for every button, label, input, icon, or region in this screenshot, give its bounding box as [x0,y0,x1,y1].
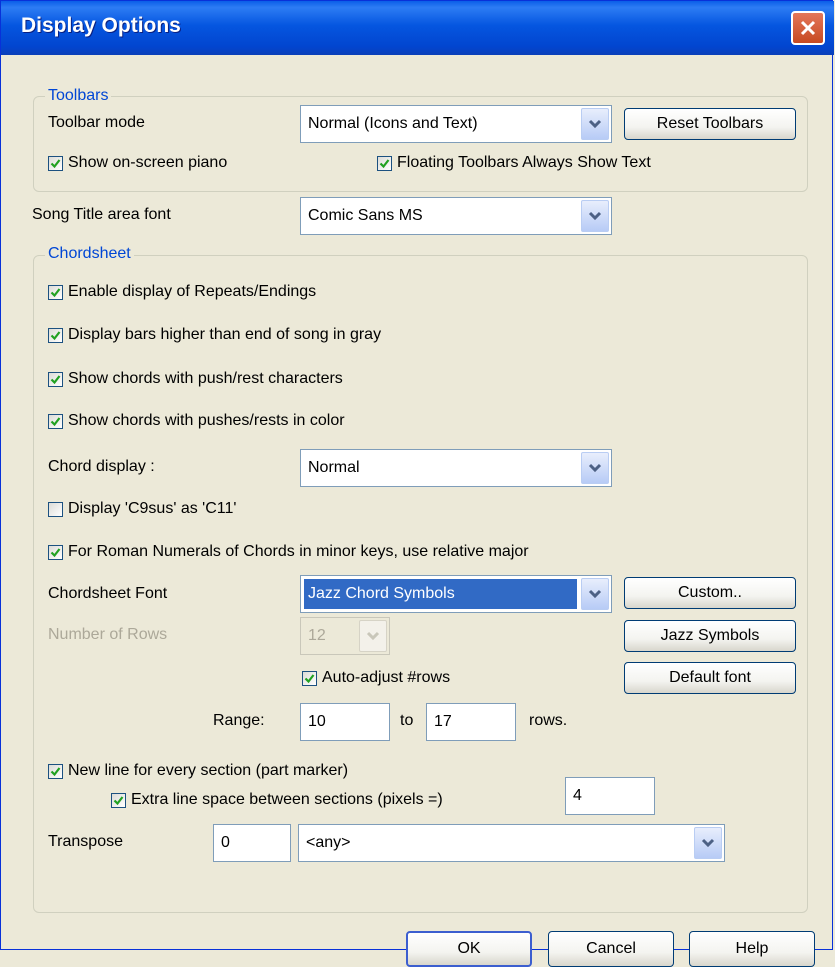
checkbox-box[interactable] [48,544,63,560]
chevron-down-icon[interactable] [359,620,387,652]
window-title: Display Options [21,14,181,37]
transpose-label: Transpose [48,833,123,850]
song-title-font-value: Comic Sans MS [308,207,423,224]
close-icon [800,20,816,36]
ok-button[interactable]: OK [406,931,532,967]
song-title-font-label: Song Title area font [32,206,171,223]
toolbars-legend: Toolbars [45,87,112,105]
c9sus-checkbox[interactable]: Display 'C9sus' as 'C11' [48,500,236,518]
chevron-down-icon[interactable] [581,108,609,140]
auto-adjust-checkbox[interactable]: Auto-adjust #rows [302,669,450,687]
check-icon [50,158,61,168]
checkbox-box[interactable] [377,155,392,171]
range-to-label: to [400,712,414,729]
toolbar-mode-value: Normal (Icons and Text) [308,115,478,132]
number-of-rows-select[interactable]: 12 [300,617,390,655]
help-button[interactable]: Help [689,931,815,967]
range-to-value: 17 [434,713,452,730]
chevron-down-icon[interactable] [694,827,722,859]
transpose-key-value: <any> [306,834,351,851]
title-bar[interactable]: Display Options [1,1,834,55]
rows-suffix-label: rows. [529,712,568,729]
show-piano-checkbox[interactable]: Show on-screen piano [48,154,227,172]
toolbar-mode-label: Toolbar mode [48,114,145,131]
push-rest-color-label: Show chords with pushes/rests in color [68,412,345,429]
check-icon [379,158,390,168]
check-icon [50,547,61,557]
custom-button[interactable]: Custom.. [624,577,796,609]
chevron-down-icon[interactable] [581,452,609,484]
extra-space-value: 4 [573,787,582,804]
jazz-symbols-button[interactable]: Jazz Symbols [624,620,796,652]
check-icon [113,795,124,805]
toolbar-mode-select[interactable]: Normal (Icons and Text) [300,105,612,143]
checkbox-box[interactable] [48,763,63,779]
transpose-key-select[interactable]: <any> [298,824,725,862]
range-label: Range: [213,712,265,729]
c9sus-label: Display 'C9sus' as 'C11' [68,500,237,517]
checkbox-box[interactable] [48,501,63,517]
default-font-button[interactable]: Default font [624,662,796,694]
extra-space-input[interactable]: 4 [565,777,655,815]
chordsheet-font-select[interactable]: Jazz Chord Symbols [300,575,612,613]
dialog-window: Display Options Toolbars Toolbar mode No… [0,0,834,967]
checkbox-box[interactable] [302,670,317,686]
check-icon [50,374,61,384]
song-title-font-select[interactable]: Comic Sans MS [300,197,612,235]
bars-gray-checkbox[interactable]: Display bars higher than end of song in … [48,326,381,344]
chord-display-value: Normal [308,459,360,476]
extra-space-checkbox[interactable]: Extra line space between sections (pixel… [111,791,443,809]
reset-toolbars-button[interactable]: Reset Toolbars [624,108,796,140]
bars-gray-label: Display bars higher than end of song in … [68,326,382,343]
close-button[interactable] [791,11,825,45]
range-from-value: 10 [308,713,326,730]
extra-space-label: Extra line space between sections (pixel… [131,791,443,808]
chevron-down-icon[interactable] [581,578,609,610]
checkbox-box[interactable] [48,413,63,429]
chordsheet-font-value: Jazz Chord Symbols [308,585,455,602]
cancel-button[interactable]: Cancel [548,931,674,967]
range-to-input[interactable]: 17 [426,703,516,741]
chevron-down-icon[interactable] [581,200,609,232]
auto-adjust-label: Auto-adjust #rows [322,669,451,686]
check-icon [50,766,61,776]
floating-text-checkbox[interactable]: Floating Toolbars Always Show Text [377,154,651,172]
number-of-rows-label: Number of Rows [48,626,168,643]
check-icon [50,416,61,426]
check-icon [304,673,315,683]
chordsheet-legend: Chordsheet [45,245,134,263]
new-line-label: New line for every section (part marker) [68,762,349,779]
floating-text-label: Floating Toolbars Always Show Text [397,154,651,171]
new-line-checkbox[interactable]: New line for every section (part marker) [48,762,348,780]
transpose-input[interactable]: 0 [213,824,291,862]
chord-display-label: Chord display : [48,458,155,475]
push-rest-chars-checkbox[interactable]: Show chords with push/rest characters [48,370,343,388]
roman-numerals-checkbox[interactable]: For Roman Numerals of Chords in minor ke… [48,543,529,561]
check-icon [50,287,61,297]
checkbox-box[interactable] [48,284,63,300]
chordsheet-font-label: Chordsheet Font [48,585,168,602]
repeats-label: Enable display of Repeats/Endings [68,283,317,300]
number-of-rows-value: 12 [308,627,326,644]
check-icon [50,330,61,340]
show-piano-label: Show on-screen piano [68,154,228,171]
checkbox-box[interactable] [48,371,63,387]
chord-display-select[interactable]: Normal [300,449,612,487]
range-from-input[interactable]: 10 [300,703,390,741]
push-rest-chars-label: Show chords with push/rest characters [68,370,343,387]
repeats-checkbox[interactable]: Enable display of Repeats/Endings [48,283,316,301]
checkbox-box[interactable] [111,792,126,808]
checkbox-box[interactable] [48,155,63,171]
transpose-value: 0 [221,834,230,851]
push-rest-color-checkbox[interactable]: Show chords with pushes/rests in color [48,412,345,430]
roman-numerals-label: For Roman Numerals of Chords in minor ke… [68,543,529,560]
checkbox-box[interactable] [48,327,63,343]
